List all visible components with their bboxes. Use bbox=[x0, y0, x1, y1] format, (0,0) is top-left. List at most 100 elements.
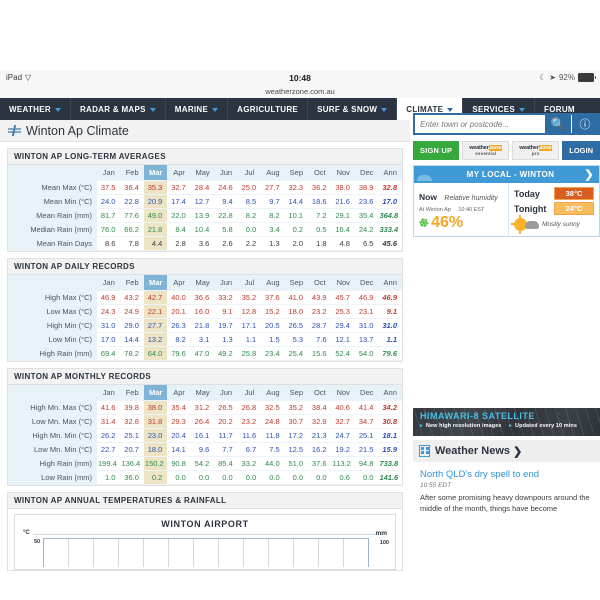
corner-header bbox=[8, 165, 97, 181]
chevron-down-icon bbox=[149, 107, 156, 112]
annual-chart-section: WINTON AP ANNUAL TEMPERATURES & RAINFALL… bbox=[7, 492, 403, 571]
table-cell: 1.8 bbox=[308, 236, 332, 251]
table-cell: 54.2 bbox=[190, 456, 215, 471]
table-cell: 35.4 bbox=[354, 208, 379, 223]
table-cell: 94.8 bbox=[354, 456, 379, 471]
table-cell: 7.2 bbox=[308, 208, 332, 223]
table-cell: 21.8 bbox=[143, 222, 168, 237]
chevron-down-icon bbox=[54, 107, 61, 112]
search-input[interactable] bbox=[415, 115, 544, 133]
nav-item-radar-maps[interactable]: RADAR & MAPS bbox=[71, 98, 166, 120]
table-cell: 26.4 bbox=[190, 414, 215, 429]
annual-chart[interactable]: WINTON AIRPORT °C mm 50 100 bbox=[14, 514, 396, 570]
bullet-arrow-icon: ▸ bbox=[420, 423, 423, 429]
chart-top-rule bbox=[33, 534, 379, 535]
today-temp-badge: 38°C bbox=[554, 187, 594, 200]
my-local-body: Now Relative humidity At Winton Ap 10:40… bbox=[414, 183, 599, 237]
table-cell: 150.2 bbox=[143, 456, 168, 471]
table-cell: 30.8 bbox=[378, 414, 402, 429]
status-clock: 10:48 bbox=[289, 72, 311, 83]
table-cell: 1.1 bbox=[237, 332, 262, 347]
himawari-satellite-banner[interactable]: HIMAWARI-8 SATELLITE ▸ New high resolutio… bbox=[413, 408, 600, 436]
weather-news-header[interactable]: Weather News ❯ bbox=[413, 440, 600, 462]
table-cell: 32.5 bbox=[261, 400, 285, 415]
table-cell: 26.5 bbox=[284, 318, 309, 333]
weatherzone-essential-button[interactable]: weatherzone essential bbox=[462, 141, 510, 160]
nav-item-marine[interactable]: MARINE bbox=[166, 98, 229, 120]
table-cell: 23.6 bbox=[354, 194, 379, 209]
table-cell: 25.3 bbox=[331, 304, 355, 319]
table-cell: 2.8 bbox=[167, 236, 191, 251]
row-header: High Min (°C) bbox=[8, 318, 97, 333]
login-button[interactable]: LOGIN bbox=[562, 141, 600, 160]
sign-up-button[interactable]: SIGN UP bbox=[413, 141, 460, 160]
today-label: Today bbox=[514, 188, 540, 199]
row-header: Mean Max (°C) bbox=[8, 180, 97, 195]
row-header: Low Rain (mm) bbox=[8, 470, 97, 485]
himawari-title: HIMAWARI-8 SATELLITE bbox=[420, 411, 535, 421]
chevron-right-icon[interactable]: ❯ bbox=[513, 445, 522, 458]
table-cell: 21.5 bbox=[354, 442, 379, 457]
table-cell: 41.4 bbox=[354, 400, 379, 415]
table-cell: 19.2 bbox=[331, 442, 355, 457]
chevron-right-icon[interactable]: ❯ bbox=[584, 168, 594, 181]
news-headline-link[interactable]: North QLD's dry spell to end bbox=[420, 469, 593, 480]
column-header-may: May bbox=[190, 165, 215, 181]
weather-news-panel: Weather News ❯ North QLD's dry spell to … bbox=[413, 440, 600, 600]
table-cell: 17.1 bbox=[237, 318, 262, 333]
table-cell: 20.2 bbox=[214, 414, 238, 429]
table-cell: 38.0 bbox=[331, 180, 355, 195]
chart-y-axis-label: °C bbox=[23, 530, 30, 536]
row-header: Median Rain (mm) bbox=[8, 222, 97, 237]
table-cell: 0.0 bbox=[237, 222, 262, 237]
observation-time: 10:40 EST bbox=[458, 207, 485, 213]
chart-y2tick-top: 100 bbox=[379, 540, 389, 546]
table-cell: 7.5 bbox=[261, 442, 285, 457]
column-header-sep: Sep bbox=[284, 275, 309, 291]
column-header-aug: Aug bbox=[261, 275, 285, 291]
table-cell: 43.9 bbox=[308, 290, 332, 305]
weatherzone-pro-button[interactable]: weatherzone pro bbox=[512, 141, 560, 160]
table-cell: 1.5 bbox=[261, 332, 285, 347]
table-cell: 32.7 bbox=[331, 414, 355, 429]
my-local-widget[interactable]: MY LOCAL - WINTON ❯ Now Relative humidit… bbox=[413, 165, 600, 237]
news-excerpt: After some promising heavy downpours aro… bbox=[420, 493, 590, 513]
row-header: Low Min (°C) bbox=[8, 332, 97, 347]
table-cell: 18.1 bbox=[378, 428, 402, 443]
info-button[interactable]: ⓘ bbox=[571, 115, 598, 133]
column-header-jan: Jan bbox=[97, 385, 121, 401]
page-title: Winton Ap Climate bbox=[26, 123, 129, 138]
column-header-aug: Aug bbox=[261, 385, 285, 401]
table-cell: 51.0 bbox=[284, 456, 309, 471]
table-cell: 5.3 bbox=[284, 332, 309, 347]
table-cell: 66.2 bbox=[120, 222, 144, 237]
table-cell: 13.9 bbox=[190, 208, 215, 223]
table-cell: 81.7 bbox=[97, 208, 121, 223]
table-cell: 0.0 bbox=[354, 470, 379, 485]
table-cell: 8.2 bbox=[237, 208, 262, 223]
chart-gridline-col bbox=[119, 539, 144, 567]
table-cell: 32.8 bbox=[120, 414, 144, 429]
search-button[interactable]: 🔍 bbox=[544, 115, 571, 133]
column-header-oct: Oct bbox=[308, 385, 332, 401]
table-cell: 14.1 bbox=[167, 442, 191, 457]
column-header-jun: Jun bbox=[214, 385, 238, 401]
nav-item-weather[interactable]: WEATHER bbox=[0, 98, 71, 120]
table-cell: 23.2 bbox=[308, 304, 332, 319]
table-cell: 24.2 bbox=[354, 222, 379, 237]
browser-url-bar[interactable]: weatherzone.com.au bbox=[0, 85, 600, 99]
table-cell: 8.4 bbox=[167, 222, 191, 237]
login-label: LOGIN bbox=[569, 146, 593, 155]
table-cell: 36.6 bbox=[190, 290, 215, 305]
nav-item-agriculture[interactable]: AGRICULTURE bbox=[228, 98, 309, 120]
sign-up-label: SIGN UP bbox=[420, 146, 453, 155]
row-header: High Rain (mm) bbox=[8, 456, 97, 471]
nav-item-surf-snow[interactable]: SURF & SNOW bbox=[308, 98, 398, 120]
column-header-mar: Mar bbox=[143, 165, 168, 181]
table-cell: 23.0 bbox=[143, 428, 168, 443]
column-header-ann: Ann bbox=[378, 165, 402, 181]
column-header-apr: Apr bbox=[167, 385, 191, 401]
climate-table-section: WINTON AP MONTHLY RECORDS Jan Feb Mar Apr May… bbox=[7, 368, 403, 486]
chart-gridline-col bbox=[294, 539, 319, 567]
now-metric-label: Relative humidity bbox=[444, 195, 498, 202]
